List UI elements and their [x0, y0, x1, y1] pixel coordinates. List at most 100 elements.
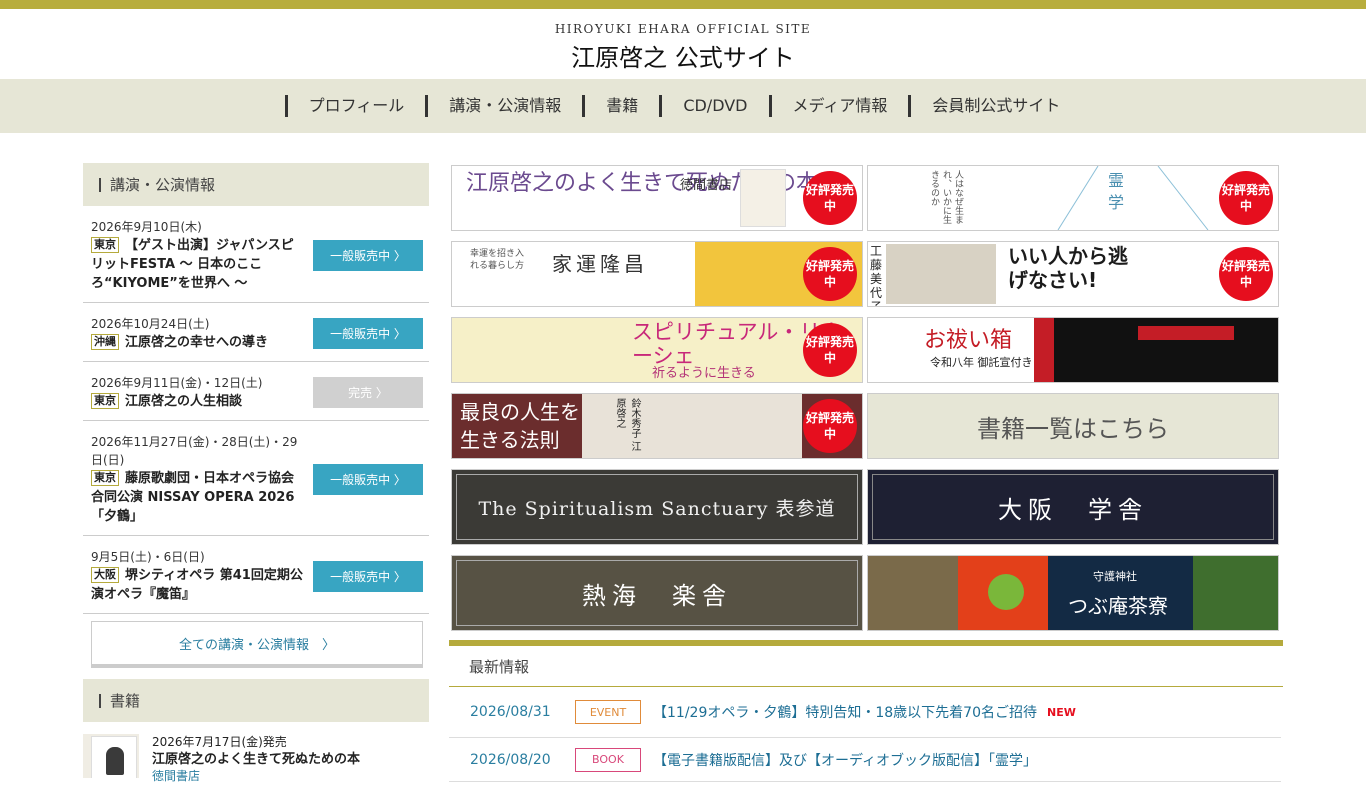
banner-sub: 鈴木秀子 江原啓之 — [614, 398, 640, 452]
banner-title: 霊学 — [1105, 172, 1124, 216]
best-seller-badge: 好評発売中 — [1219, 171, 1273, 225]
event-title[interactable]: 東京 藤原歌劇団・日本オペラ協会合同公演 NISSAY OPERA 2026 「夕… — [91, 469, 305, 526]
site-header: HIROYUKI EHARA OFFICIAL SITE 江原啓之 公式サイト — [0, 9, 1366, 79]
books-heading-label: 書籍 — [110, 692, 141, 710]
sidebar: 講演・公演情報 2026年9月10日(木) 東京 【ゲスト出演】ジャパンスピリット… — [83, 163, 429, 785]
event-title-text[interactable]: 江原啓之の人生相談 — [125, 394, 242, 409]
nav-members-site[interactable]: 会員制公式サイト — [908, 95, 1081, 117]
banner-title: 家運隆昌 — [552, 252, 648, 276]
best-seller-badge: 好評発売中 — [803, 399, 857, 453]
event-date: 2026年10月24日(土) — [91, 317, 210, 331]
event-info: 2026年9月10日(木) 東京 【ゲスト出演】ジャパンスピリットFESTA 〜 … — [91, 218, 313, 293]
event-info: 2026年10月24日(土) 沖縄 江原啓之の幸せへの導き — [91, 315, 313, 352]
sold-out-button[interactable]: 完売 〉 — [313, 377, 423, 408]
nav-profile[interactable]: プロフィール — [284, 95, 426, 117]
banner-sub: 人はなぜ生まれ、いかに生きるのか — [929, 170, 963, 224]
events-heading: 講演・公演情報 — [83, 163, 429, 206]
nav-events[interactable]: 講演・公演情報 — [425, 95, 582, 117]
event-title-text[interactable]: 【ゲスト出演】ジャパンスピリットFESTA 〜 日本のこころ“KIYOME”を世… — [91, 238, 294, 291]
event-title[interactable]: 東京 【ゲスト出演】ジャパンスピリットFESTA 〜 日本のこころ“KIYOME”… — [91, 236, 305, 293]
banner-frame — [456, 560, 858, 626]
banner-book-kaun[interactable]: 幸運を招き入れる暮らし方 家運隆昌 好評発売中 — [451, 241, 863, 307]
best-seller-badge: 好評発売中 — [803, 323, 857, 377]
nav-books[interactable]: 書籍 — [582, 95, 659, 117]
banner-sub: 徳間書店 — [680, 178, 733, 193]
banner-title: 最良の人生を生きる法則 — [460, 400, 580, 452]
event-date: 9月5日(土)・6日(日) — [91, 550, 205, 564]
news-title[interactable]: 【11/29オペラ・夕鶴】特別告知・18歳以下先着70名ご招待 — [653, 702, 1037, 722]
heading-bar — [99, 693, 101, 708]
banner-photo — [886, 244, 996, 304]
banner-tsubuan-saryo[interactable]: 守護神社 つぶ庵茶寮 — [867, 555, 1279, 631]
banner-oharaibako[interactable]: お祓い箱 令和八年 御託宣付き — [867, 317, 1279, 383]
banner-atami-rakusha[interactable]: 熱海 楽舎 — [451, 555, 863, 631]
news-date: 2026/08/31 — [470, 704, 551, 720]
news-category-badge: EVENT — [575, 700, 641, 724]
ticket-button[interactable]: 一般販売中 〉 — [313, 240, 423, 271]
banner-book-rinashe[interactable]: スピリチュアル・リナーシェ 祈るように生きる 好評発売中 — [451, 317, 863, 383]
event-title-text[interactable]: 藤原歌劇団・日本オペラ協会合同公演 NISSAY OPERA 2026 「夕鶴」 — [91, 471, 294, 524]
event-title-text[interactable]: 堺シティオペラ 第41回定期公演オペラ『魔笛』 — [91, 568, 303, 602]
news-section: 最新情報 2026/08/31 EVENT 【11/29オペラ・夕鶴】特別告知・… — [449, 640, 1283, 782]
banner-book-yokuikite[interactable]: 江原啓之のよく生きて死ぬための本 徳間書店 好評発売中 — [451, 165, 863, 231]
event-date: 2026年9月11日(金)・12日(土) — [91, 376, 263, 390]
book-item[interactable]: 2026年7月17日(金)発売 江原啓之のよく生きて死ぬための本 徳間書店 — [83, 722, 429, 785]
books-list-link[interactable]: 書籍一覧はこちら — [867, 393, 1279, 459]
banner-sub: 工藤美代子 江原啓之 — [870, 244, 883, 307]
event-info: 2026年11月27日(金)・28日(土)・29日(日) 東京 藤原歌劇団・日本オ… — [91, 433, 313, 526]
site-title-ja[interactable]: 江原啓之 公式サイト — [0, 38, 1366, 73]
banner-title: つぶ庵茶寮 — [1068, 594, 1168, 618]
banner-book-hosoku[interactable]: 最良の人生を生きる法則 鈴木秀子 江原啓之 好評発売中 — [451, 393, 863, 459]
news-title[interactable]: 【電子書籍版配信】及び【オーディオブック版配信】「霊学」 — [653, 750, 1037, 770]
books-heading: 書籍 — [83, 679, 429, 722]
banner-frame — [872, 474, 1274, 540]
banner-grid: 江原啓之のよく生きて死ぬための本 徳間書店 好評発売中 人はなぜ生まれ、いかに生… — [451, 165, 1281, 631]
new-badge: NEW — [1046, 705, 1076, 719]
event-prefecture: 東京 — [91, 237, 119, 253]
book-info: 2026年7月17日(金)発売 江原啓之のよく生きて死ぬための本 徳間書店 — [152, 734, 360, 785]
top-accent-bar — [0, 0, 1366, 9]
event-item: 2026年9月11日(金)・12日(土) 東京 江原啓之の人生相談 完売 〉 — [83, 362, 429, 421]
site-title-en[interactable]: HIROYUKI EHARA OFFICIAL SITE — [0, 22, 1366, 36]
book-cover — [91, 736, 137, 778]
book-title[interactable]: 江原啓之のよく生きて死ぬための本 — [152, 751, 360, 768]
event-item: 2026年11月27日(金)・28日(土)・29日(日) 東京 藤原歌劇団・日本オ… — [83, 421, 429, 536]
all-events-link[interactable]: 全ての講演・公演情報 〉 — [91, 621, 423, 668]
best-seller-badge: 好評発売中 — [1219, 247, 1273, 301]
event-info: 9月5日(土)・6日(日) 大阪 堺シティオペラ 第41回定期公演オペラ『魔笛』 — [91, 548, 313, 604]
event-prefecture: 東京 — [91, 393, 119, 409]
banner-sub: 幸運を招き入れる暮らし方 — [470, 249, 525, 271]
news-heading: 最新情報 — [449, 646, 1283, 687]
banner-photo-left — [868, 556, 958, 630]
event-item: 2026年10月24日(土) 沖縄 江原啓之の幸せへの導き 一般販売中 〉 — [83, 303, 429, 362]
best-seller-badge: 好評発売中 — [803, 171, 857, 225]
book-cover-image[interactable] — [83, 734, 139, 778]
news-item[interactable]: 2026/08/31 EVENT 【11/29オペラ・夕鶴】特別告知・18歳以下… — [449, 687, 1281, 738]
global-nav: プロフィール 講演・公演情報 書籍 CD/DVD メディア情報 会員制公式サイト — [0, 79, 1366, 133]
banner-title: 書籍一覧はこちら — [977, 414, 1169, 443]
ticket-button[interactable]: 一般販売中 〉 — [313, 318, 423, 349]
event-title-text[interactable]: 江原啓之の幸せへの導き — [125, 335, 268, 350]
ticket-button[interactable]: 一般販売中 〉 — [313, 464, 423, 495]
book-release-date: 2026年7月17日(金)発売 — [152, 735, 287, 749]
book-cover-image — [740, 169, 786, 227]
news-item[interactable]: 2026/08/20 BOOK 【電子書籍版配信】及び【オーディオブック版配信】… — [449, 738, 1281, 782]
banner-frame — [456, 474, 858, 540]
banner-photo-right — [1193, 556, 1278, 630]
event-title[interactable]: 東京 江原啓之の人生相談 — [91, 392, 305, 411]
banner-book-iihito[interactable]: 工藤美代子 江原啓之 いい人から逃げなさい! 好評発売中 — [867, 241, 1279, 307]
nav-cd-dvd[interactable]: CD/DVD — [659, 95, 768, 117]
banner-osaka-gakusha[interactable]: 大阪 学舎 — [867, 469, 1279, 545]
nav-media[interactable]: メディア情報 — [768, 95, 909, 117]
matcha-icon — [988, 574, 1024, 610]
event-prefecture: 沖縄 — [91, 334, 119, 350]
event-title[interactable]: 大阪 堺シティオペラ 第41回定期公演オペラ『魔笛』 — [91, 566, 305, 604]
banner-book-reigaku[interactable]: 人はなぜ生まれ、いかに生きるのか 霊学 好評発売中 — [867, 165, 1279, 231]
banner-sanctuary-omotesando[interactable]: The Spiritualism Sanctuary 表参道 — [451, 469, 863, 545]
event-info: 2026年9月11日(金)・12日(土) 東京 江原啓之の人生相談 — [91, 374, 313, 411]
book-publisher: 徳間書店 — [152, 769, 201, 783]
ticket-button[interactable]: 一般販売中 〉 — [313, 560, 423, 592]
banner-tag — [1138, 326, 1234, 340]
event-title[interactable]: 沖縄 江原啓之の幸せへの導き — [91, 333, 305, 352]
event-date: 2026年9月10日(木) — [91, 220, 202, 234]
